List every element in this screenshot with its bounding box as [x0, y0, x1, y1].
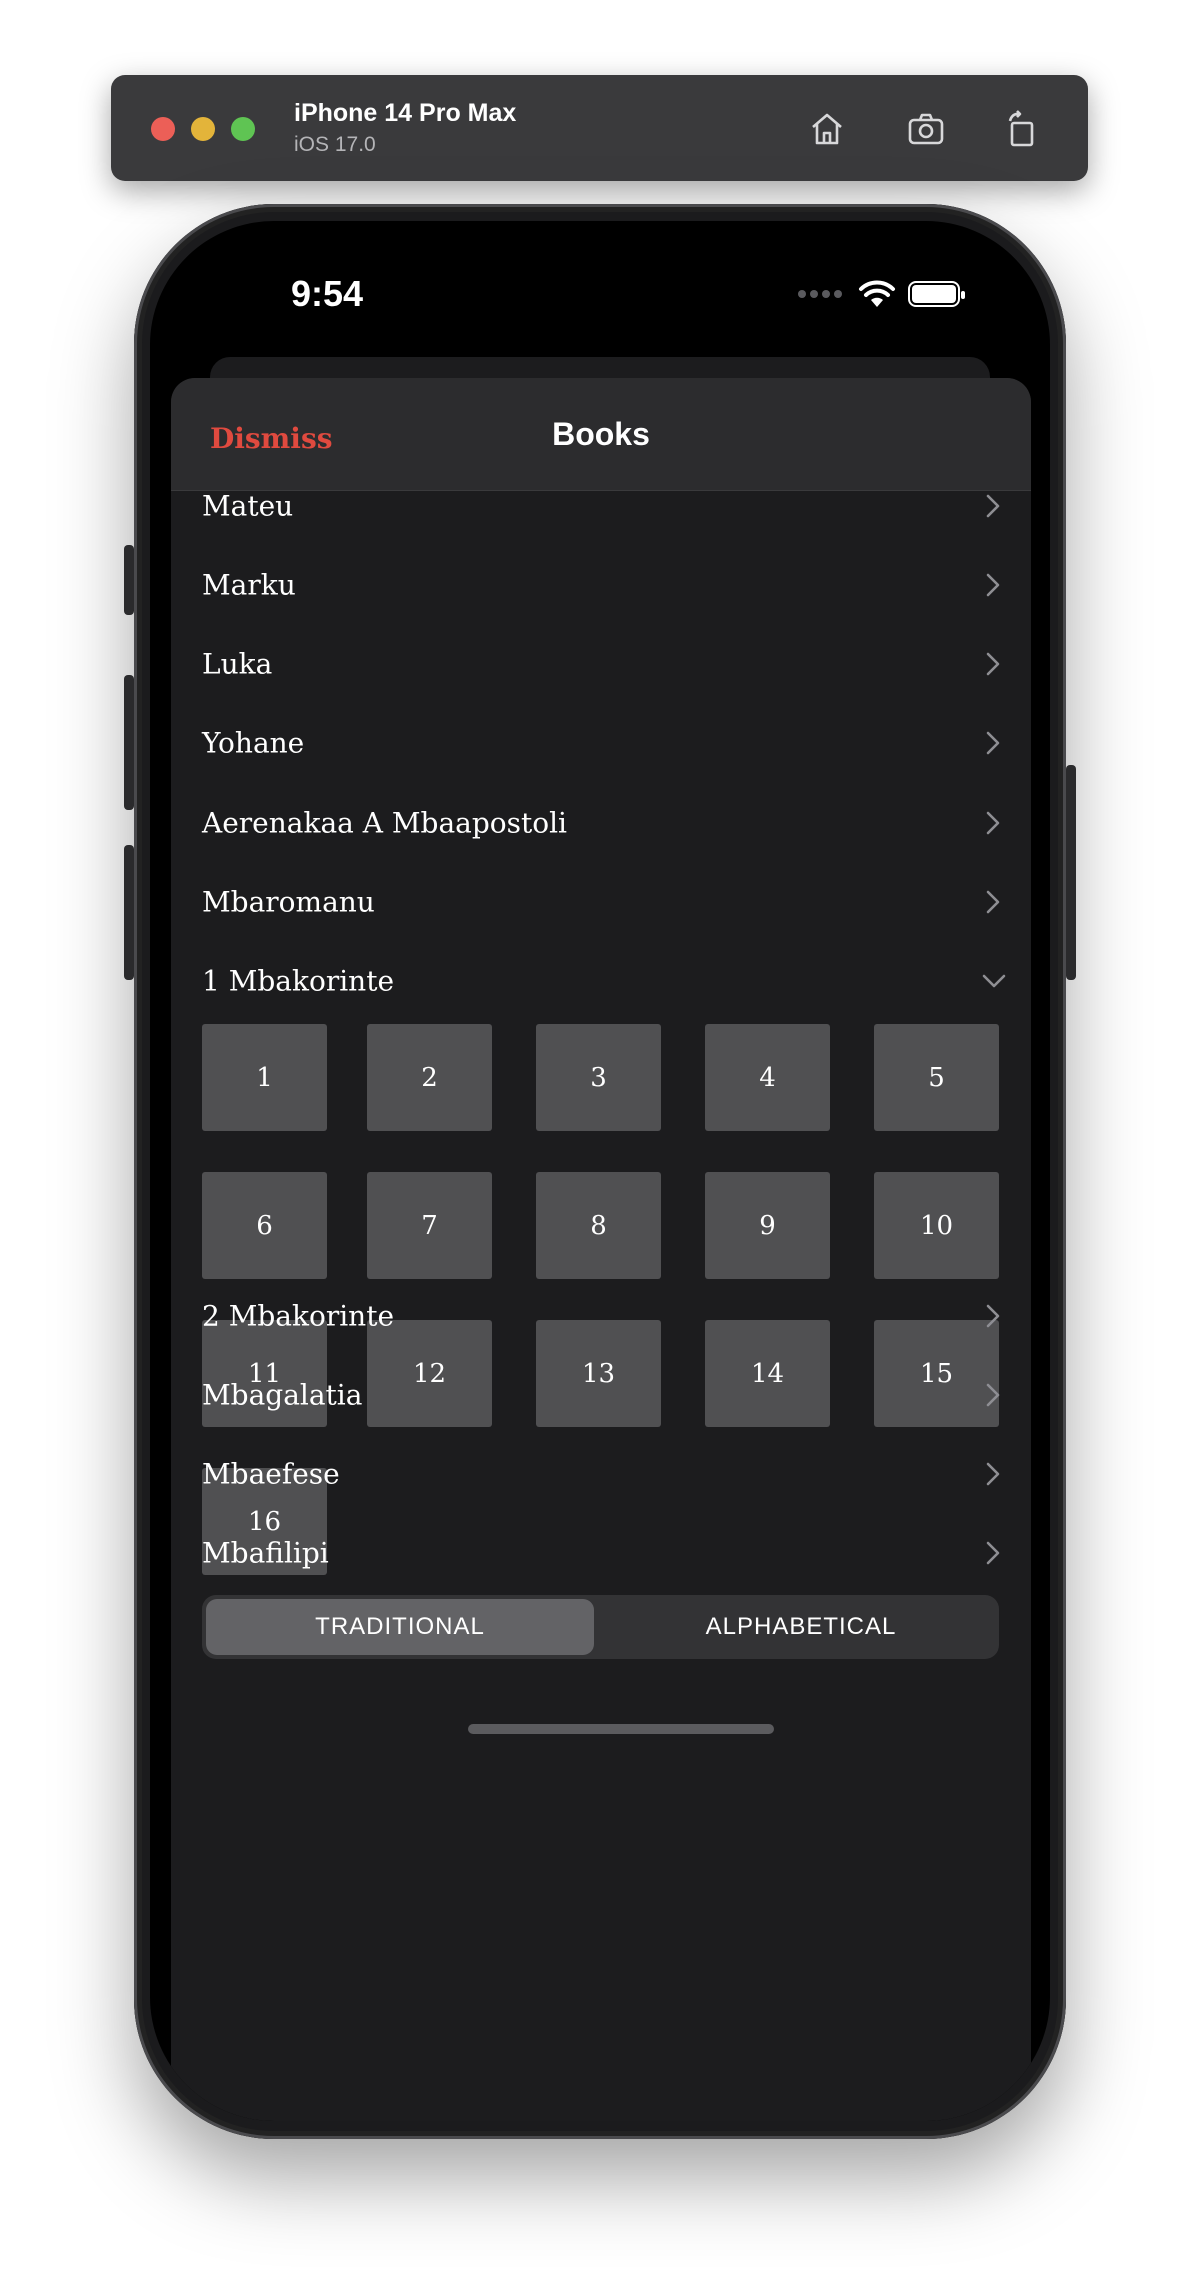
- volume-up-button: [124, 675, 134, 810]
- status-icons: [798, 279, 965, 309]
- chevron-right-icon: [986, 811, 1000, 834]
- chapter-button[interactable]: 3: [536, 1024, 661, 1131]
- book-label: Mbagalatia: [202, 1378, 363, 1411]
- sort-segmented-control: TRADITIONAL ALPHABETICAL: [202, 1595, 999, 1659]
- cellular-dots-icon: [798, 285, 846, 303]
- silent-switch: [124, 545, 134, 615]
- book-label: Yohane: [202, 726, 305, 759]
- book-row-mbafilipi[interactable]: Mbafilipi: [171, 1513, 1031, 1592]
- book-row-mbagalatia[interactable]: Mbagalatia: [171, 1355, 1031, 1434]
- power-button: [1066, 765, 1076, 980]
- book-row-marku[interactable]: Marku: [171, 545, 1031, 624]
- book-row-1-mbakorinte[interactable]: 1 Mbakorinte: [171, 941, 1031, 1020]
- traditional-segment[interactable]: TRADITIONAL: [206, 1599, 594, 1655]
- alphabetical-segment[interactable]: ALPHABETICAL: [607, 1599, 995, 1655]
- os-version: iOS 17.0: [294, 133, 376, 156]
- chapter-button[interactable]: 4: [705, 1024, 830, 1131]
- chevron-right-icon: [986, 652, 1000, 675]
- book-label: Mbaromanu: [202, 885, 375, 918]
- book-row-aerenakaa[interactable]: Aerenakaa A Mbaapostoli: [171, 783, 1031, 862]
- chevron-right-icon: [986, 573, 1000, 596]
- zoom-window-button[interactable]: [231, 117, 255, 141]
- chevron-right-icon: [986, 1383, 1000, 1406]
- book-label: 1 Mbakorinte: [202, 964, 395, 997]
- wifi-icon: [859, 280, 895, 307]
- simulator-toolbar: iPhone 14 Pro Max iOS 17.0: [111, 75, 1088, 181]
- battery-icon: [908, 281, 965, 307]
- chapter-button[interactable]: 9: [705, 1172, 830, 1279]
- chapter-button[interactable]: 7: [367, 1172, 492, 1279]
- book-row-yohane[interactable]: Yohane: [171, 703, 1031, 782]
- volume-down-button: [124, 845, 134, 980]
- screenshot-icon: [908, 113, 944, 145]
- status-time: 9:54: [291, 273, 364, 314]
- book-row-mateu[interactable]: Mateu: [171, 490, 1031, 545]
- chevron-right-icon: [986, 494, 1000, 517]
- chapter-button[interactable]: 5: [874, 1024, 999, 1131]
- book-label: Mbafilipi: [202, 1536, 329, 1569]
- home-indicator[interactable]: [468, 1724, 774, 1734]
- book-label: Aerenakaa A Mbaapostoli: [202, 806, 567, 839]
- book-row-mbaefese[interactable]: Mbaefese: [171, 1434, 1031, 1513]
- sheet-header: Dismiss Books: [171, 378, 1031, 491]
- rotate-icon: [1008, 110, 1034, 147]
- sheet-title: Books: [552, 416, 650, 452]
- book-label: Marku: [202, 568, 296, 601]
- chevron-right-icon: [986, 1541, 1000, 1564]
- chevron-down-icon: [982, 974, 1006, 987]
- books-sheet: Dismiss Books Mateu Marku Luka Yohane Ae…: [171, 378, 1031, 2121]
- book-label: Luka: [202, 647, 273, 680]
- book-label: Mateu: [202, 490, 294, 522]
- chevron-right-icon: [986, 1304, 1000, 1327]
- device-screen: 9:54 Dismiss Books Mateu Marku Luka Yoha…: [150, 221, 1050, 2121]
- rotate-button[interactable]: [994, 101, 1050, 157]
- chapter-button[interactable]: 8: [536, 1172, 661, 1279]
- home-icon: [812, 113, 842, 145]
- chapter-button[interactable]: 1: [202, 1024, 327, 1131]
- book-row-mbaromanu[interactable]: Mbaromanu: [171, 862, 1031, 941]
- device-name: iPhone 14 Pro Max: [294, 99, 517, 127]
- book-label: Mbaefese: [202, 1457, 340, 1490]
- chapter-button[interactable]: 6: [202, 1172, 327, 1279]
- books-list[interactable]: Mateu Marku Luka Yohane Aerenakaa A Mbaa…: [171, 490, 1031, 1593]
- minimize-window-button[interactable]: [191, 117, 215, 141]
- chevron-right-icon: [986, 890, 1000, 913]
- book-row-luka[interactable]: Luka: [171, 624, 1031, 703]
- screenshot-button[interactable]: [898, 101, 954, 157]
- home-button[interactable]: [799, 101, 855, 157]
- chevron-right-icon: [986, 1462, 1000, 1485]
- chevron-right-icon: [986, 731, 1000, 754]
- close-window-button[interactable]: [151, 117, 175, 141]
- book-row-2-mbakorinte[interactable]: 2 Mbakorinte: [171, 1276, 1031, 1355]
- chapter-button[interactable]: 2: [367, 1024, 492, 1131]
- book-label: 2 Mbakorinte: [202, 1299, 395, 1332]
- chapter-button[interactable]: 10: [874, 1172, 999, 1279]
